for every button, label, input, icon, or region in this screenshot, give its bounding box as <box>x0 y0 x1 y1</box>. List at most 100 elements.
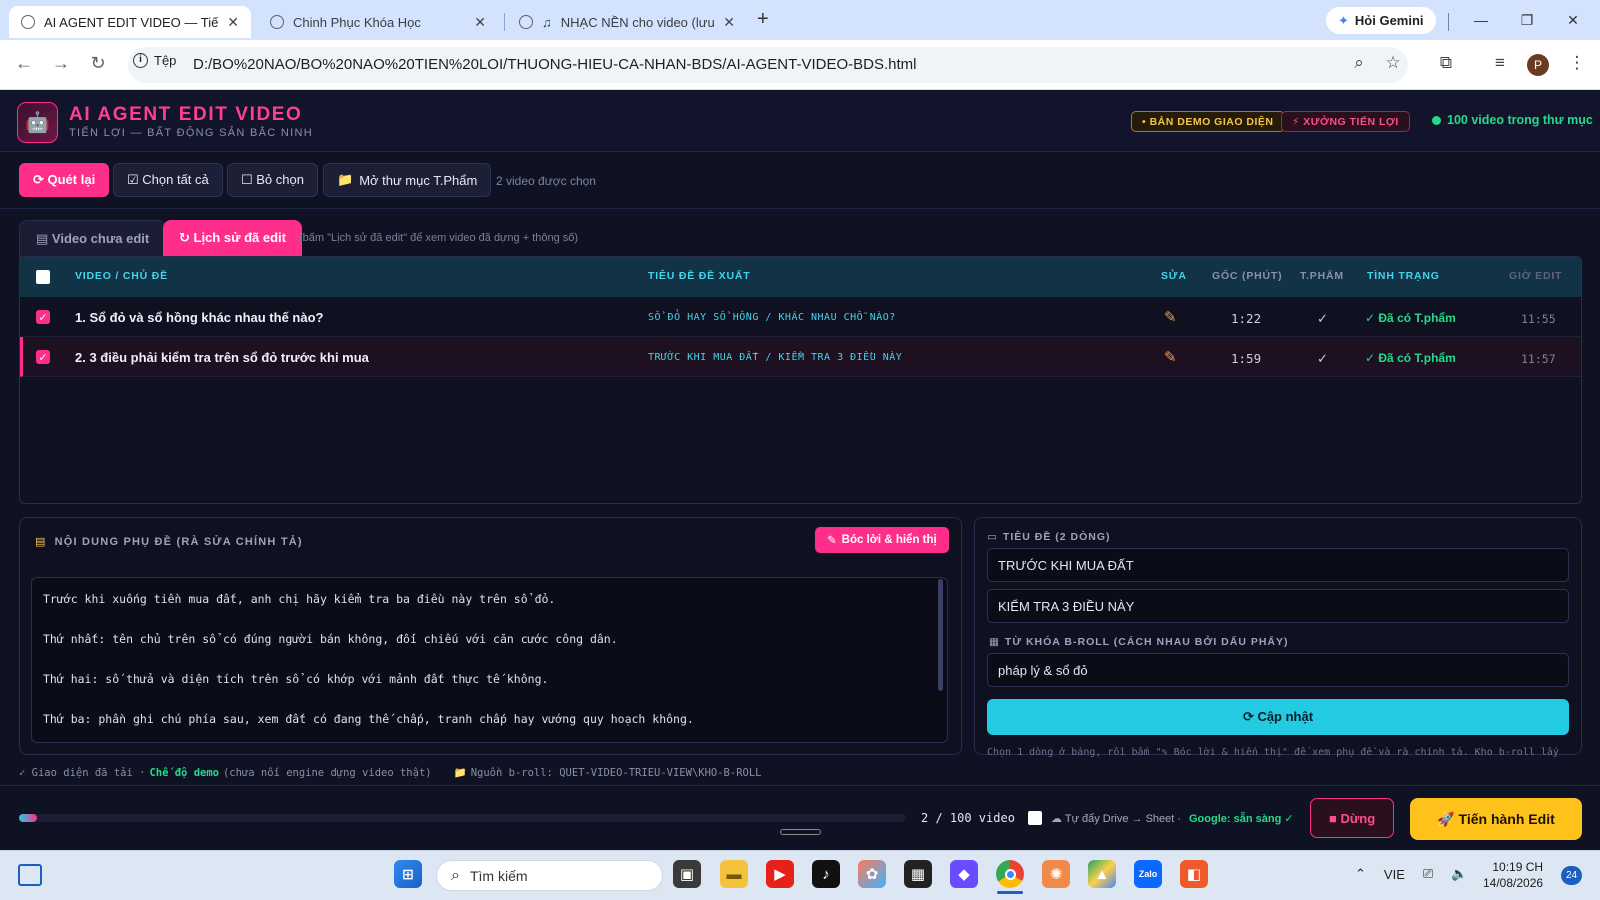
capcut-icon[interactable]: ▦ <box>904 860 932 888</box>
stop-button[interactable]: ■ Dừng <box>1310 798 1395 838</box>
extensions-icon[interactable]: ⧉ <box>1434 53 1458 73</box>
app-icon[interactable]: ◆ <box>950 860 978 888</box>
site-info-chip[interactable]: i Tệp <box>133 53 176 68</box>
media-control-icon[interactable]: ≡ <box>1488 53 1512 73</box>
update-button[interactable]: ⟳ Cập nhật <box>987 699 1569 735</box>
close-tab-icon[interactable]: ✕ <box>474 14 486 31</box>
taskbar-clock[interactable]: 10:19 CH 14/08/2026 <box>1483 859 1543 891</box>
menu-icon[interactable]: ⋮ <box>1565 53 1589 73</box>
photos-icon[interactable]: ✿ <box>858 860 886 888</box>
file-explorer-icon[interactable]: ▬ <box>720 860 748 888</box>
edit-pencil-icon[interactable]: ✎ <box>1164 348 1177 366</box>
edit-pencil-icon[interactable]: ✎ <box>1164 308 1177 326</box>
clock-time: 10:19 CH <box>1492 860 1544 874</box>
bookmark-star-icon[interactable]: ☆ <box>1381 53 1405 73</box>
status-badge: ✓ Đã có T.phẩm <box>1365 351 1456 365</box>
google-status: Google: sẵn sàng ✓ <box>1189 813 1294 825</box>
globe-icon <box>21 15 35 29</box>
widgets-icon[interactable] <box>18 864 42 886</box>
chrome-icon[interactable] <box>996 860 1024 888</box>
tray-chevron-icon[interactable]: ⌃ <box>1355 866 1366 882</box>
app-subtitle: TIẾN LỢI — BẤT ĐỘNG SẢN BẮC NINH <box>69 127 313 139</box>
keyword-label: ▦ TỪ KHÓA B-ROLL (CÁCH NHAU BỞI DẤU PHẨY… <box>989 636 1289 648</box>
open-product-folder-button[interactable]: 📁 Mở thư mục T.Phẩm <box>323 163 492 197</box>
rescan-button[interactable]: ⟳ Quét lại <box>19 163 110 197</box>
taskbar-search-label: Tìm kiếm <box>469 867 528 884</box>
extract-subtitle-button[interactable]: ✎ Bóc lời & hiển thị <box>815 527 949 553</box>
start-edit-button[interactable]: 🚀 Tiến hành Edit <box>1410 798 1582 840</box>
video-count-status: 100 video trong thư mục <box>1432 113 1593 127</box>
zalo-icon[interactable]: Zalo <box>1134 860 1162 888</box>
title-line1-input[interactable]: TRƯỚC KHI MUA ĐẤT <box>987 548 1569 582</box>
taskbar-search[interactable]: ⌕ Tìm kiếm <box>436 860 663 891</box>
select-all-checkbox[interactable] <box>36 270 50 284</box>
subtitle-panel-title-text: NỘI DUNG PHỤ ĐỀ (RÀ SỬA CHÍNH TẢ) <box>54 535 303 548</box>
footer-info-suffix: (chưa nối engine dựng video thật) <box>222 766 432 779</box>
windows-start-icon[interactable]: ⊞ <box>394 860 422 888</box>
scrollbar[interactable] <box>938 579 943 691</box>
subtitle-line: Trước khi xuống tiền mua đất, anh chị hã… <box>43 592 556 606</box>
task-view-icon[interactable]: ▣ <box>673 860 701 888</box>
col-edit-time: GIỜ EDIT <box>1509 270 1563 282</box>
close-window-button[interactable]: ✕ <box>1550 6 1596 34</box>
workshop-badge: ⚡ XƯỞNG TIẾN LỢI <box>1281 111 1410 132</box>
divider <box>0 208 1600 209</box>
row-checkbox[interactable]: ✓ <box>36 350 50 364</box>
select-all-button[interactable]: ☑ Chọn tất cả <box>113 163 223 197</box>
url-text[interactable]: D:/BO%20NAO/BO%20NAO%20TIEN%20LOI/THUONG… <box>193 56 916 73</box>
title-label: ▭ TIÊU ĐỀ (2 DÒNG) <box>987 531 1111 543</box>
browser-tab[interactable]: Chinh Phục Khóa Học ✕ <box>258 6 498 38</box>
duration: 1:59 <box>1231 351 1262 366</box>
file-chip-label: Tệp <box>154 53 177 68</box>
gemini-button[interactable]: ✦ Hỏi Gemini <box>1326 7 1436 34</box>
claude-icon[interactable]: ✺ <box>1042 860 1070 888</box>
tab-title: NHẠC NỀN cho video (lưu t <box>560 14 715 30</box>
folder-icon: 📁 <box>337 172 354 187</box>
language-indicator[interactable]: VIE <box>1384 867 1405 882</box>
info-icon: i <box>133 53 148 68</box>
volume-icon[interactable]: 🔈 <box>1451 866 1467 882</box>
tag-icon: ▭ <box>987 531 998 543</box>
back-icon[interactable]: ← <box>12 53 36 74</box>
globe-icon <box>519 15 533 29</box>
suggested-title: TRƯỚC KHI MUA ĐẤT / KIỂM TRA 3 ĐIỀU NÀY <box>648 352 903 363</box>
tab-edit-history[interactable]: ↻ Lịch sử đã edit <box>163 220 302 256</box>
forward-icon[interactable]: → <box>49 53 73 74</box>
deselect-button[interactable]: ☐ Bỏ chọn <box>227 163 318 197</box>
new-tab-button[interactable]: + <box>757 8 769 31</box>
google-drive-icon[interactable]: ▲ <box>1088 860 1116 888</box>
reload-icon[interactable]: ↻ <box>86 53 110 74</box>
profile-avatar[interactable]: P <box>1527 54 1549 76</box>
title-line2-input[interactable]: KIỂM TRA 3 ĐIỀU NÀY <box>987 589 1569 623</box>
resize-handle[interactable] <box>780 829 821 835</box>
col-edit: SỬA <box>1161 270 1187 282</box>
broll-source: Nguồn b-roll: QUET-VIDEO-TRIEU-VIEW\KHO-… <box>470 766 762 779</box>
search-icon: ⌕ <box>451 866 460 884</box>
progress-bar <box>19 814 906 822</box>
network-icon[interactable]: ⎚ <box>1423 866 1433 882</box>
notification-badge[interactable]: 24 <box>1561 866 1582 885</box>
edit-time: 11:57 <box>1521 352 1556 366</box>
footer-info-prefix: ✓ Giao diện đã tải · <box>19 766 146 779</box>
row-checkbox[interactable]: ✓ <box>36 310 50 324</box>
tab-title: Chinh Phục Khóa Học <box>293 14 421 30</box>
close-tab-icon[interactable]: ✕ <box>227 14 239 31</box>
office-icon[interactable]: ◧ <box>1180 860 1208 888</box>
footer-info: ✓ Giao diện đã tải · Chế độ demo (chưa n… <box>19 766 762 780</box>
youtube-icon[interactable]: ▶ <box>766 860 794 888</box>
zoom-icon[interactable]: ⌕ <box>1347 53 1371 73</box>
product-check: ✓ <box>1317 351 1328 366</box>
browser-tab-active[interactable]: AI AGENT EDIT VIDEO — Tiến L ✕ <box>9 6 251 38</box>
gemini-icon: ✦ <box>1338 12 1349 28</box>
tab-separator <box>504 13 505 31</box>
subtitle-panel-title: ▤ NỘI DUNG PHỤ ĐỀ (RÀ SỬA CHÍNH TẢ) <box>35 535 303 549</box>
broll-keywords-input[interactable]: pháp lý & sổ đỏ <box>987 653 1569 687</box>
auto-push-checkbox[interactable] <box>1028 811 1042 825</box>
tiktok-icon[interactable]: ♪ <box>812 860 840 888</box>
restore-button[interactable]: ❐ <box>1504 6 1550 34</box>
tab-unedited-videos[interactable]: ▤ Video chưa edit <box>19 220 167 256</box>
browser-tab[interactable]: ♫ NHẠC NỀN cho video (lưu t ✕ <box>507 6 747 38</box>
col-suggested-title: TIÊU ĐỀ ĐỀ XUẤT <box>648 270 751 282</box>
close-tab-icon[interactable]: ✕ <box>723 14 735 31</box>
minimize-button[interactable]: — <box>1458 6 1504 34</box>
